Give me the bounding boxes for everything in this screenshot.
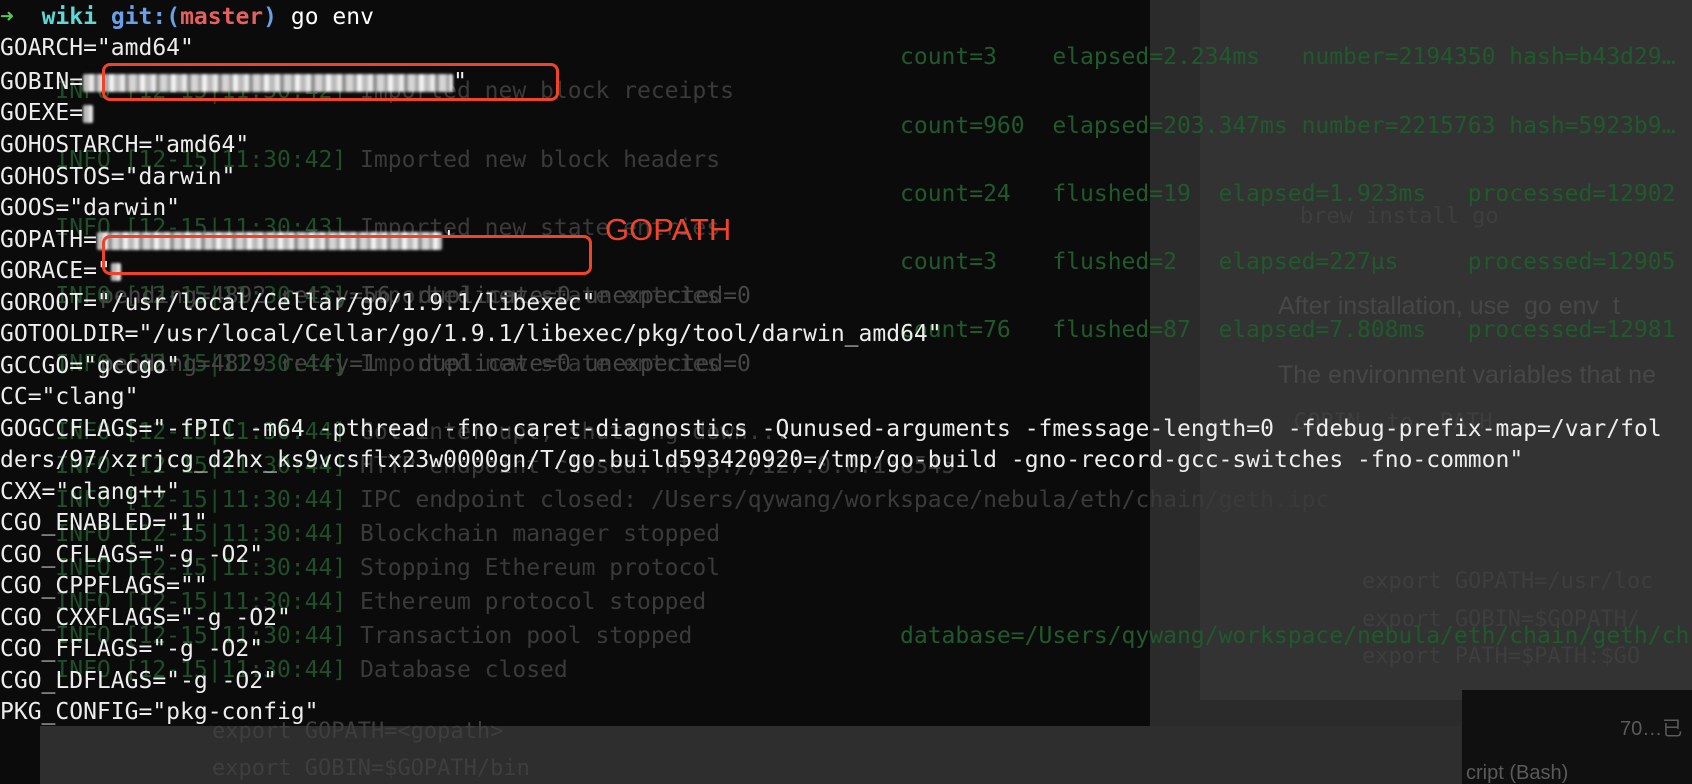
prompt-branch: master bbox=[180, 4, 264, 30]
bg-doc-text: After installation, use go env t bbox=[1278, 292, 1620, 320]
bg-log-cols: count=3 flushed=2 elapsed=227µs processe… bbox=[900, 249, 1676, 275]
env-line-cgo-cppflags: CGO_CPPFLAGS="" bbox=[0, 573, 208, 599]
bg-log-cols: count=24 flushed=19 elapsed=1.923ms proc… bbox=[900, 181, 1676, 207]
bg-doc-code: export PATH=$PATH:$GO bbox=[1362, 644, 1641, 669]
env-line-cgo-ldflags: CGO_LDFLAGS="-g -O2" bbox=[0, 668, 277, 694]
env-line-gohostos: GOHOSTOS="darwin" bbox=[0, 164, 236, 190]
env-line-cxx: CXX="clang++" bbox=[0, 479, 181, 505]
env-line-gohostarch: GOHOSTARCH="amd64" bbox=[0, 132, 250, 158]
env-line-goos: GOOS="darwin" bbox=[0, 195, 181, 221]
bg-doc-code: export GOPATH=/usr/loc bbox=[1362, 569, 1654, 594]
bg-doc-code: brew install go bbox=[1300, 204, 1499, 229]
env-line-cgo-enabled: CGO_ENABLED="1" bbox=[0, 510, 208, 536]
prompt-directory: wiki bbox=[41, 4, 97, 30]
bg-doc-text: The environment variables that ne bbox=[1278, 361, 1656, 389]
bg-log-cols: count=3 elapsed=2.234ms number=2194350 h… bbox=[900, 44, 1676, 70]
env-line-goroot: GOROOT="/usr/local/Cellar/go/1.9.1/libex… bbox=[0, 290, 596, 316]
bg-log-msg: Imported new block headers bbox=[360, 147, 721, 173]
prompt-git-suffix: ) bbox=[263, 4, 278, 30]
prompt-git-prefix: git:( bbox=[110, 4, 181, 30]
redacted-value bbox=[83, 104, 94, 123]
bg-log-cols: count=960 elapsed=203.347ms number=22157… bbox=[900, 113, 1676, 139]
gopath-annotation-label: GOPATH bbox=[605, 212, 732, 247]
bg-corner-text: cript (Bash) bbox=[1466, 762, 1569, 784]
env-line-cgo-fflags: CGO_FFLAGS="-g -O2" bbox=[0, 636, 264, 662]
prompt-command: go env bbox=[290, 4, 374, 30]
bg-log-msg: Database closed bbox=[360, 657, 568, 683]
env-line-goexe: GOEXE= bbox=[0, 96, 94, 130]
env-gopath-key: GOPATH= bbox=[0, 227, 97, 253]
env-line-gccgo: GCCGO="gccgo" bbox=[0, 353, 181, 379]
env-line-cgo-cxxflags: CGO_CXXFLAGS="-g -O2" bbox=[0, 605, 291, 631]
env-line-gogccflags-wrap: ders/97/xzrjcg_d2hx_ks9vcsflx23w0000gn/T… bbox=[0, 447, 1524, 473]
env-line-cc: CC="clang" bbox=[0, 384, 139, 410]
prompt-line: ➜ wiki git:(master) go env bbox=[0, 0, 374, 34]
bg-corner-text: 70…已 bbox=[1620, 718, 1683, 740]
env-line-pkg-config: PKG_CONFIG="pkg-config" bbox=[0, 699, 319, 725]
bg-doc-code: export GOBIN=$GOPATH/ bbox=[1362, 607, 1641, 632]
env-line-gotooldir: GOTOOLDIR="/usr/local/Cellar/go/1.9.1/li… bbox=[0, 321, 942, 347]
env-goexe-key: GOEXE= bbox=[0, 100, 84, 126]
bg-bottom-code: export GOBIN=$GOPATH/bin bbox=[212, 756, 530, 781]
env-gorace-key: GORACE=" bbox=[0, 258, 111, 284]
env-line-gogccflags: GOGCCFLAGS="-fPIC -m64 -pthread -fno-car… bbox=[0, 416, 1662, 442]
gobin-highlight-box bbox=[102, 63, 559, 101]
prompt-arrow-icon: ➜ bbox=[0, 4, 14, 30]
env-line-goarch: GOARCH="amd64" bbox=[0, 35, 194, 61]
env-gobin-key: GOBIN= bbox=[0, 69, 84, 95]
bg-pending-line: pending=4829 retry=1 duplicate=0 unexpec… bbox=[100, 351, 751, 377]
gopath-highlight-box bbox=[102, 235, 592, 275]
env-line-cgo-cflags: CGO_CFLAGS="-g -O2" bbox=[0, 542, 264, 568]
